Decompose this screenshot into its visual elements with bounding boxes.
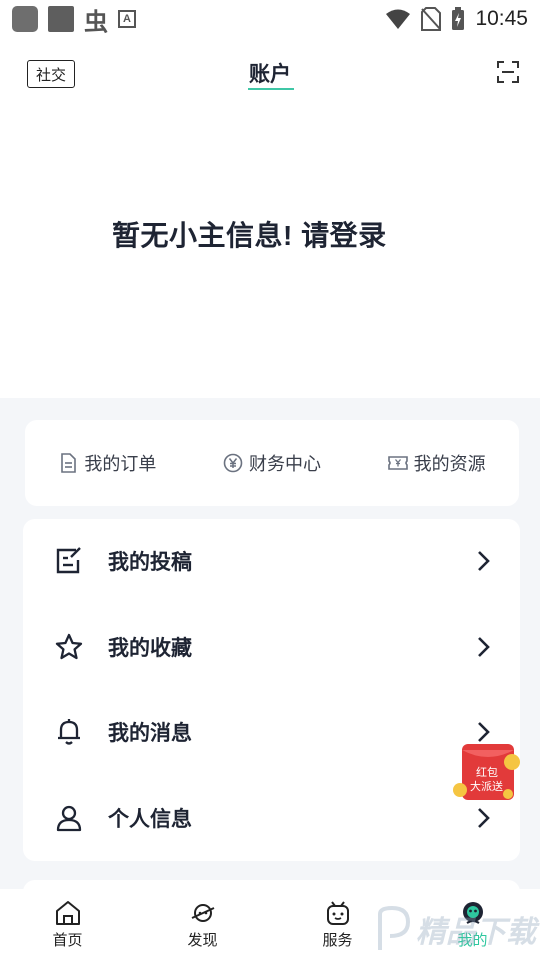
menu-item-favorites[interactable]: 我的收藏 xyxy=(23,617,520,677)
menu-item-label: 我的消息 xyxy=(108,722,192,745)
profile-icon xyxy=(462,902,483,924)
menu-item-messages[interactable]: 我的消息 xyxy=(23,702,520,762)
app-icon xyxy=(48,6,74,32)
bell-icon xyxy=(58,719,80,745)
nav-label: 发现 xyxy=(187,932,218,949)
user-icon xyxy=(56,805,82,832)
battery-charging-icon xyxy=(452,7,465,30)
badge-text-1: 红包 xyxy=(476,766,498,779)
a-icon: A xyxy=(118,10,136,28)
quick-link-orders[interactable]: 我的订单 xyxy=(25,450,190,476)
bottom-nav: 首页 发现 服务 我的 xyxy=(0,889,540,960)
badge-text-2: 大派送 xyxy=(470,779,503,793)
wifi-icon xyxy=(386,9,411,29)
menu-card: 我的投稿 我的收藏 我的消息 个人信息 xyxy=(23,519,520,861)
chevron-right-icon xyxy=(478,551,490,571)
red-envelope-badge[interactable]: 红包 大派送 xyxy=(452,740,526,806)
home-icon xyxy=(55,901,80,925)
page-title: 账户 xyxy=(249,63,291,86)
account-header: 社交 账户 暂无小主信息! 请登录 xyxy=(0,38,540,398)
scan-icon[interactable] xyxy=(497,61,519,83)
quick-link-resources[interactable]: 我的资源 xyxy=(354,450,519,476)
planet-icon xyxy=(191,904,214,922)
edit-icon xyxy=(56,547,81,574)
quick-link-label: 我的订单 xyxy=(84,454,157,474)
nav-label: 我的 xyxy=(457,932,488,949)
menu-item-submissions[interactable]: 我的投稿 xyxy=(23,531,520,591)
chevron-right-icon xyxy=(478,637,490,657)
chevron-right-icon xyxy=(478,808,490,828)
app-icon xyxy=(12,6,38,32)
quick-link-label: 财务中心 xyxy=(249,454,321,474)
quick-links-card: 我的订单 财务中心 我的资源 xyxy=(25,420,519,506)
menu-item-label: 个人信息 xyxy=(108,808,192,831)
nav-discover[interactable]: 发现 xyxy=(135,889,270,960)
star-icon xyxy=(55,633,83,660)
nav-mine[interactable]: 我的 xyxy=(405,889,540,960)
title-underline xyxy=(248,88,294,90)
nav-home[interactable]: 首页 xyxy=(0,889,135,960)
menu-item-profile[interactable]: 个人信息 xyxy=(23,788,520,848)
nav-label: 首页 xyxy=(52,932,83,949)
quick-link-finance[interactable]: 财务中心 xyxy=(190,450,355,476)
ticket-icon xyxy=(387,456,408,470)
status-bar: 虫 A 10:45 xyxy=(0,0,540,38)
yen-icon xyxy=(223,453,243,473)
status-time: 10:45 xyxy=(475,7,528,30)
nav-service[interactable]: 服务 xyxy=(270,889,405,960)
no-sim-icon xyxy=(421,7,442,31)
menu-item-label: 我的投稿 xyxy=(108,551,192,574)
robot-icon xyxy=(326,901,349,925)
red-envelope-icon: 红包 大派送 xyxy=(453,744,520,800)
nav-label: 服务 xyxy=(322,932,353,949)
login-prompt[interactable]: 暂无小主信息! 请登录 xyxy=(112,214,387,254)
quick-link-label: 我的资源 xyxy=(413,454,486,474)
bug-icon: 虫 xyxy=(84,7,108,36)
menu-item-label: 我的收藏 xyxy=(108,637,192,660)
document-icon xyxy=(61,453,77,473)
